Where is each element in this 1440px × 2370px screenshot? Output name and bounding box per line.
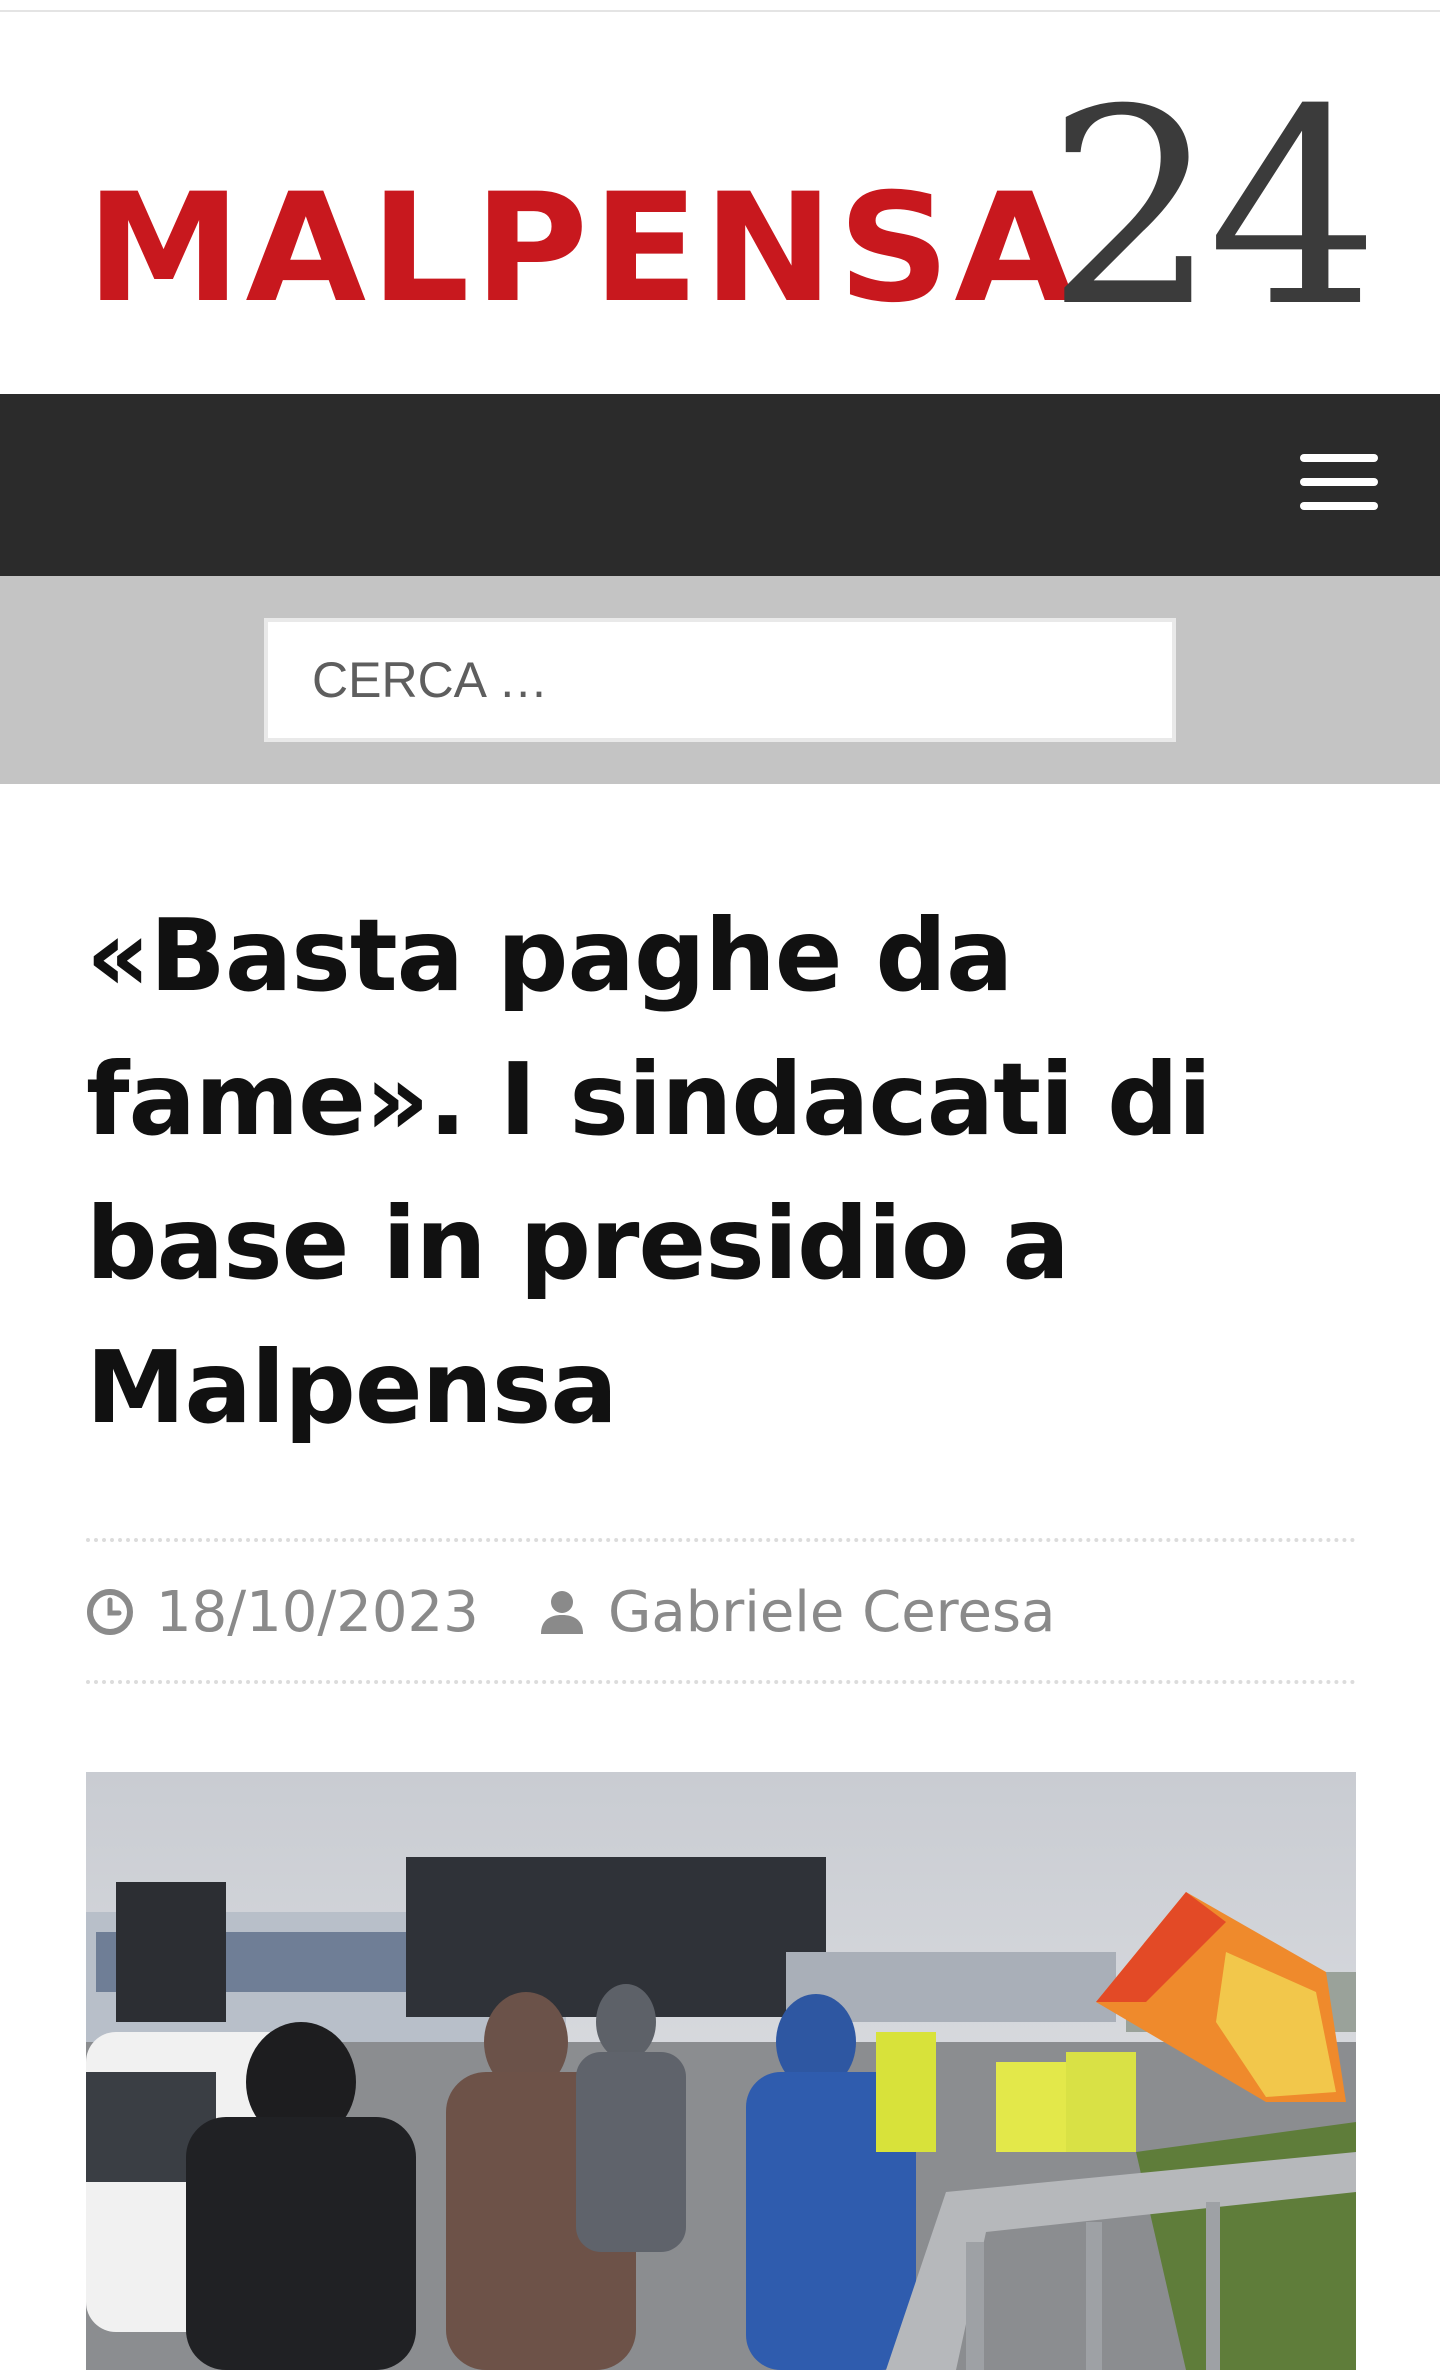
top-rule [0, 0, 1440, 12]
hamburger-bar [1300, 478, 1378, 486]
site-logo[interactable]: MALPENSA 24 [86, 74, 1380, 344]
user-icon [541, 1591, 583, 1634]
article-date-text: 18/10/2023 [156, 1579, 479, 1645]
article-author-link[interactable]: Gabriele Ceresa [608, 1580, 1055, 1645]
hamburger-bar [1300, 454, 1378, 462]
search-bar [0, 576, 1440, 784]
clock-icon [87, 1589, 133, 1635]
hamburger-bar [1300, 502, 1378, 510]
article: «Basta paghe da fame». I sindacati di ba… [86, 784, 1356, 1460]
site-header: MALPENSA 24 [0, 14, 1440, 394]
logo-number: 24 [1046, 51, 1380, 366]
article-meta: 18/10/2023 Gabriele Ceresa [86, 1538, 1356, 1684]
search-input[interactable] [264, 618, 1176, 742]
featured-image-illustration [86, 1772, 1356, 2370]
main-navbar [0, 394, 1440, 576]
logo-word: MALPENSA [86, 162, 1080, 336]
article-author[interactable]: Gabriele Ceresa [538, 1580, 1055, 1645]
hamburger-menu-icon[interactable] [1300, 454, 1378, 514]
article-title: «Basta paghe da fame». I sindacati di ba… [86, 897, 1212, 1446]
article-featured-image[interactable] [86, 1772, 1356, 2370]
article-date: 18/10/2023 [86, 1579, 479, 1645]
